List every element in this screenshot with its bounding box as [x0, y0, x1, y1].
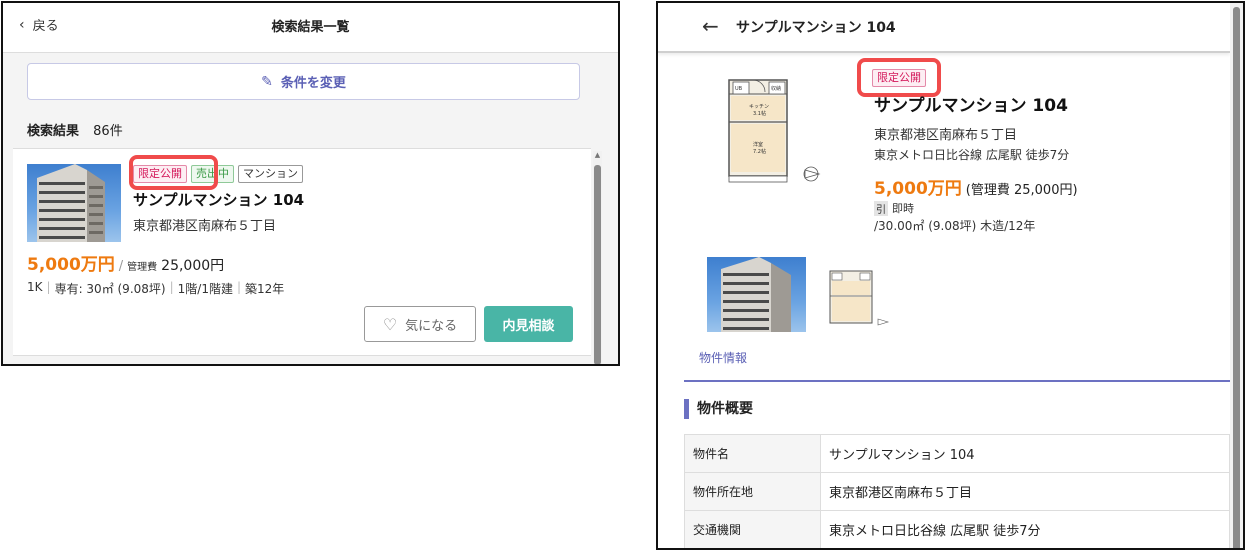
room-label: 洋室	[753, 141, 763, 148]
bath-label: UB	[735, 86, 743, 92]
header: ← サンプルマンション 104	[658, 3, 1230, 53]
heart-icon: ♡	[382, 314, 398, 334]
search-results-panel: ‹ 戻る 検索結果一覧 ✎ 条件を変更 検索結果 86件 限定公開 売出中 マン…	[1, 1, 620, 366]
table-value: 東京都港区南麻布５丁目	[820, 472, 1230, 511]
result-label: 検索結果	[27, 124, 80, 139]
property-address: 東京都港区南麻布５丁目	[874, 128, 1018, 143]
change-conditions-label: 条件を変更	[280, 76, 346, 91]
limited-badge: 限定公開	[872, 69, 926, 87]
property-address: 東京都港区南麻布５丁目	[133, 219, 277, 234]
page-title: サンプルマンション 104	[736, 20, 896, 36]
viewing-request-button[interactable]: 内見相談	[484, 306, 573, 342]
move-in-row: 引 即時	[874, 200, 914, 216]
scrollbar[interactable]: ▲	[593, 151, 602, 364]
result-count-value: 86件	[93, 124, 123, 139]
spec-divider: |	[46, 280, 51, 294]
arrow-left-icon[interactable]: ←	[702, 14, 719, 38]
kitchen-size-label: 3.1帖	[753, 110, 766, 117]
fee-value: 25,000円	[161, 258, 225, 274]
table-value: 東京メトロ日比谷線 広尾駅 徒歩7分	[820, 510, 1230, 548]
type-badge: マンション	[238, 165, 303, 183]
section-title: 物件概要	[684, 399, 753, 419]
scrollbar-thumb[interactable]	[594, 165, 601, 364]
floorplan-image[interactable]: UB 収納 キッチン 3.1帖 洋室 7.2帖	[723, 76, 823, 186]
table-label: 物件名	[684, 434, 821, 473]
price-row: 5,000万円 (管理費 25,000円)	[874, 174, 1078, 199]
tab-property-info[interactable]: 物件情報	[699, 349, 747, 366]
table-row: 物件名 サンプルマンション 104	[684, 434, 1230, 473]
table-row: 物件所在地 東京都港区南麻布５丁目	[684, 472, 1230, 511]
fee-value: (管理費 25,000円)	[965, 183, 1078, 198]
favorite-label: 気になる	[405, 318, 458, 334]
header: ‹ 戻る 検索結果一覧	[3, 3, 618, 53]
result-count: 検索結果 86件	[27, 120, 123, 139]
table-row: 交通機関 東京メトロ日比谷線 広尾駅 徒歩7分	[684, 510, 1230, 548]
highlight-annotation	[129, 155, 218, 190]
table-label: 交通機関	[684, 510, 821, 548]
room-size-label: 7.2帖	[753, 148, 766, 155]
favorite-button[interactable]: ♡ 気になる	[364, 306, 476, 342]
property-name: サンプルマンション 104	[874, 96, 1068, 116]
move-in-value: 即時	[892, 202, 914, 215]
spec-floor: 1階/1階建	[177, 282, 233, 296]
spec-area: 専有: 30㎡ (9.08坪)	[54, 282, 166, 296]
property-detail-panel: ← サンプルマンション 104 UB 収納 キッチン 3.1帖 洋室 7.2帖 …	[656, 1, 1245, 550]
spec-layout: 1K	[27, 280, 43, 294]
pencil-icon: ✎	[261, 73, 273, 90]
size-structure: /30.00㎡ (9.08坪) 木造/12年	[874, 219, 1036, 233]
property-card[interactable]: 限定公開 売出中 マンション サンプルマンション 104 東京都港区南麻布５丁目…	[13, 148, 591, 356]
price-separator: /	[118, 259, 124, 274]
page-title: 検索結果一覧	[271, 20, 350, 35]
spec-divider: |	[169, 280, 174, 294]
spec-divider: |	[236, 280, 242, 294]
property-photo[interactable]	[27, 164, 121, 242]
spec-age: 築12年	[245, 282, 285, 296]
closet-label: 収納	[771, 85, 781, 92]
price: 5,000万円	[27, 255, 115, 275]
scroll-up-icon[interactable]: ▲	[593, 151, 602, 159]
photo-thumbnail[interactable]	[707, 257, 806, 332]
move-in-tag: 引	[874, 200, 888, 216]
table-label: 物件所在地	[684, 472, 821, 511]
floorplan-thumbnail[interactable]	[826, 269, 898, 329]
kitchen-label: キッチン	[749, 104, 769, 110]
property-access: 東京メトロ日比谷線 広尾駅 徒歩7分	[874, 148, 1070, 162]
fee-label: 管理費	[127, 262, 158, 273]
tab-underline	[684, 380, 1230, 382]
property-name[interactable]: サンプルマンション 104	[133, 189, 304, 210]
spec-row: 1K | 専有: 30㎡ (9.08坪) | 1階/1階建 | 築12年	[27, 280, 284, 297]
property-summary-table: 物件名 サンプルマンション 104 物件所在地 東京都港区南麻布５丁目 交通機関…	[684, 434, 1230, 548]
price: 5,000万円	[874, 179, 962, 199]
price-row: 5,000万円 / 管理費 25,000円	[27, 250, 224, 275]
scrollbar[interactable]	[1230, 3, 1243, 548]
change-conditions-button[interactable]: ✎ 条件を変更	[27, 63, 580, 100]
table-value: サンプルマンション 104	[820, 434, 1230, 473]
scrollbar-thumb[interactable]	[1233, 7, 1240, 548]
